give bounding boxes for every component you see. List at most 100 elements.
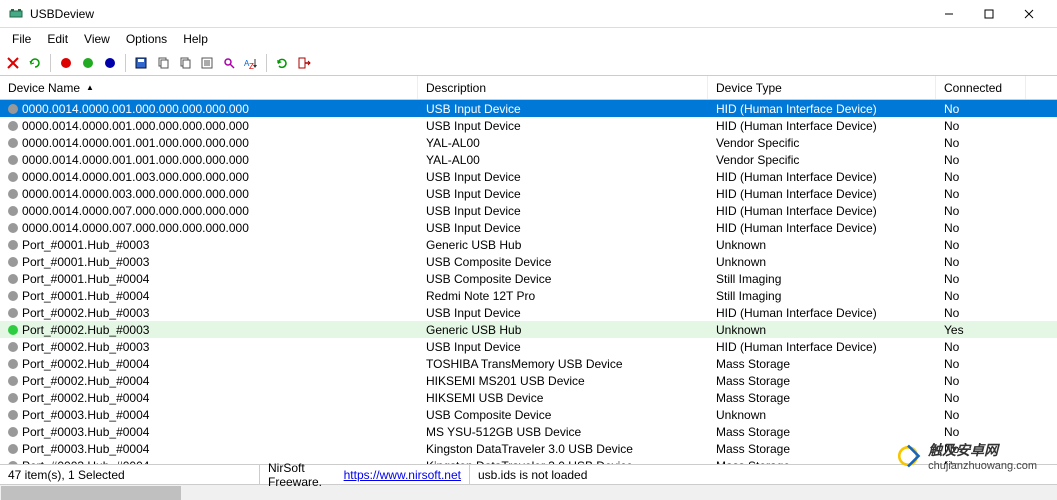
freeware-link[interactable]: https://www.nirsoft.net [344,468,461,482]
column-header-type[interactable]: Device Type [708,76,936,99]
table-row[interactable]: Port_#0001.Hub_#0003 Generic USB Hub Unk… [0,236,1057,253]
toolbar-separator [266,54,267,72]
column-header-description[interactable]: Description [418,76,708,99]
device-type: HID (Human Interface Device) [708,119,936,133]
device-description: USB Input Device [418,221,708,235]
exit-icon[interactable] [295,54,313,72]
device-description: HIKSEMI MS201 USB Device [418,374,708,388]
device-type: Mass Storage [708,442,936,456]
copy-icon[interactable] [154,54,172,72]
sort-icon[interactable]: AZ [242,54,260,72]
menu-help[interactable]: Help [175,30,216,48]
device-description: Generic USB Hub [418,323,708,337]
device-connected: No [936,442,1026,456]
device-connected: No [936,306,1026,320]
device-description: Generic USB Hub [418,238,708,252]
device-name: 0000.0014.0000.001.000.000.000.000.000 [22,119,249,133]
device-name: Port_#0001.Hub_#0003 [22,238,149,252]
device-name: Port_#0001.Hub_#0004 [22,272,149,286]
table-row[interactable]: Port_#0002.Hub_#0003 USB Input Device HI… [0,304,1057,321]
column-label: Connected [944,81,1002,95]
find-icon[interactable] [220,54,238,72]
disconnected-icon [8,121,18,131]
table-row[interactable]: 0000.0014.0000.001.003.000.000.000.000 U… [0,168,1057,185]
table-row[interactable]: Port_#0001.Hub_#0003 USB Composite Devic… [0,253,1057,270]
device-description: USB Input Device [418,187,708,201]
green-dot-icon[interactable] [79,54,97,72]
device-connected: No [936,357,1026,371]
device-type: Vendor Specific [708,153,936,167]
menu-options[interactable]: Options [118,30,175,48]
disconnected-icon [8,342,18,352]
table-row[interactable]: 0000.0014.0000.001.000.000.000.000.000 U… [0,117,1057,134]
table-row[interactable]: Port_#0002.Hub_#0003 Generic USB Hub Unk… [0,321,1057,338]
device-type: Unknown [708,255,936,269]
status-count: 47 item(s), 1 Selected [0,465,260,484]
blue-dot-icon[interactable] [101,54,119,72]
device-type: Mass Storage [708,357,936,371]
device-description: USB Composite Device [418,408,708,422]
device-name: 0000.0014.0000.001.001.000.000.000.000 [22,136,249,150]
close-button[interactable] [1009,2,1049,26]
device-name: Port_#0002.Hub_#0004 [22,374,149,388]
device-list[interactable]: 0000.0014.0000.001.000.000.000.000.000 U… [0,100,1057,476]
save-icon[interactable] [132,54,150,72]
properties-icon[interactable] [198,54,216,72]
disconnected-icon [8,308,18,318]
device-description: USB Composite Device [418,255,708,269]
device-name: Port_#0003.Hub_#0004 [22,425,149,439]
device-name: Port_#0003.Hub_#0004 [22,408,149,422]
table-row[interactable]: Port_#0003.Hub_#0004 USB Composite Devic… [0,406,1057,423]
column-header-name[interactable]: Device Name ▲ [0,76,418,99]
table-row[interactable]: Port_#0002.Hub_#0004 HIKSEMI USB Device … [0,389,1057,406]
table-row[interactable]: 0000.0014.0000.001.001.000.000.000.000 Y… [0,134,1057,151]
svg-text:Z: Z [249,62,254,70]
close-red-icon[interactable] [4,54,22,72]
device-name: Port_#0002.Hub_#0004 [22,357,149,371]
status-freeware[interactable]: NirSoft Freeware. https://www.nirsoft.ne… [260,465,470,484]
table-row[interactable]: 0000.0014.0000.003.000.000.000.000.000 U… [0,185,1057,202]
menu-file[interactable]: File [4,30,39,48]
table-row[interactable]: 0000.0014.0000.007.000.000.000.000.000 U… [0,219,1057,236]
table-row[interactable]: Port_#0001.Hub_#0004 USB Composite Devic… [0,270,1057,287]
column-header-connected[interactable]: Connected [936,76,1026,99]
table-row[interactable]: Port_#0003.Hub_#0004 Kingston DataTravel… [0,440,1057,457]
table-row[interactable]: Port_#0002.Hub_#0003 USB Input Device HI… [0,338,1057,355]
sort-asc-icon: ▲ [86,83,94,92]
table-row[interactable]: 0000.0014.0000.001.000.000.000.000.000 U… [0,100,1057,117]
table-row[interactable]: 0000.0014.0000.001.001.000.000.000.000 Y… [0,151,1057,168]
menu-view[interactable]: View [76,30,118,48]
table-row[interactable]: Port_#0002.Hub_#0004 HIKSEMI MS201 USB D… [0,372,1057,389]
refresh-icon[interactable] [273,54,291,72]
device-connected: No [936,255,1026,269]
maximize-button[interactable] [969,2,1009,26]
red-dot-icon[interactable] [57,54,75,72]
copy-alt-icon[interactable] [176,54,194,72]
device-name: Port_#0002.Hub_#0003 [22,340,149,354]
device-connected: No [936,408,1026,422]
device-type: Unknown [708,408,936,422]
recycle-green-icon[interactable] [26,54,44,72]
scrollbar-thumb[interactable] [1,486,181,500]
device-connected: No [936,102,1026,116]
horizontal-scrollbar[interactable] [0,484,1057,500]
disconnected-icon [8,444,18,454]
connected-icon [8,325,18,335]
disconnected-icon [8,274,18,284]
disconnected-icon [8,223,18,233]
table-row[interactable]: Port_#0002.Hub_#0004 TOSHIBA TransMemory… [0,355,1057,372]
titlebar: USBDeview [0,0,1057,28]
toolbar-separator [50,54,51,72]
device-name: Port_#0002.Hub_#0003 [22,323,149,337]
device-type: Mass Storage [708,425,936,439]
device-description: MS YSU-512GB USB Device [418,425,708,439]
table-row[interactable]: Port_#0003.Hub_#0004 MS YSU-512GB USB De… [0,423,1057,440]
toolbar: AZ [0,50,1057,76]
table-row[interactable]: 0000.0014.0000.007.000.000.000.000.000 U… [0,202,1057,219]
table-row[interactable]: Port_#0001.Hub_#0004 Redmi Note 12T Pro … [0,287,1057,304]
menu-edit[interactable]: Edit [39,30,76,48]
device-type: Unknown [708,323,936,337]
device-connected: No [936,153,1026,167]
minimize-button[interactable] [929,2,969,26]
device-name: Port_#0002.Hub_#0003 [22,306,149,320]
